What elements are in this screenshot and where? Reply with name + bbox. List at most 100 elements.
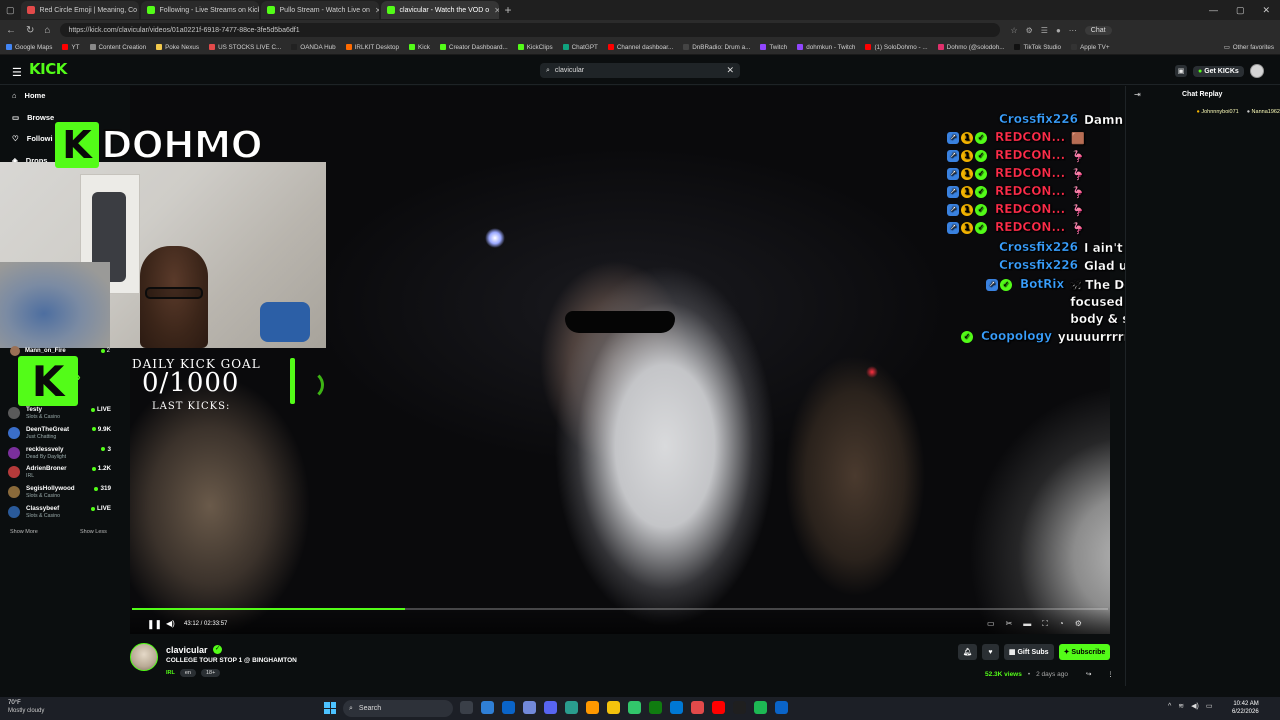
- clip-icon[interactable]: ✂: [1006, 619, 1013, 629]
- back-icon[interactable]: ←: [6, 25, 16, 36]
- sidebar-channel[interactable]: DeenTheGreat Just Chatting 9.9K: [8, 426, 111, 441]
- browser-tab[interactable]: Following - Live Streams on Kick✕: [140, 1, 259, 19]
- tag-mature[interactable]: 18+: [201, 669, 221, 677]
- bookmark-item[interactable]: Content Creation: [89, 44, 146, 51]
- sidebar-nav-followi[interactable]: ♡ Followi: [12, 134, 53, 143]
- kick-logo[interactable]: KICK: [29, 60, 67, 78]
- pause-icon[interactable]: ❚❚: [147, 619, 162, 630]
- bookmark-item[interactable]: YT: [62, 44, 80, 51]
- close-window-icon[interactable]: ✕: [1262, 5, 1270, 16]
- sidebar-channel[interactable]: Testy Slots & Casino LIVE: [8, 406, 111, 421]
- search-input[interactable]: ⌕ clavicular ✕: [540, 63, 740, 78]
- wifi-icon[interactable]: ≋: [1178, 702, 1184, 710]
- sidebar-nav-home[interactable]: ⌂ Home: [12, 91, 45, 100]
- inbox-icon[interactable]: ▣: [1175, 65, 1187, 77]
- bookmark-item[interactable]: Apple TV+: [1071, 44, 1110, 51]
- home-browser-icon[interactable]: ⌂: [44, 25, 50, 36]
- gift-subs-button[interactable]: ▦ Gift Subs: [1003, 644, 1054, 660]
- chat-username[interactable]: Crossfix226: [999, 240, 1078, 254]
- taskbar-app-icon[interactable]: [586, 701, 599, 714]
- chat-username[interactable]: Crossfix226: [999, 258, 1078, 272]
- speed-icon[interactable]: ◔: [1059, 619, 1064, 629]
- favorites-icon[interactable]: ☰: [1041, 26, 1048, 35]
- bookmark-item[interactable]: OANDA Hub: [291, 44, 336, 51]
- bookmark-item[interactable]: Poke Nexus: [156, 44, 199, 51]
- bookmark-item[interactable]: KickClips: [517, 44, 553, 51]
- bookmark-item[interactable]: Channel dashboar...: [607, 44, 673, 51]
- chat-username[interactable]: Coopology: [981, 329, 1052, 343]
- subscribe-button[interactable]: ✦ Subscribe: [1058, 644, 1111, 660]
- profile-icon[interactable]: ●: [1056, 26, 1061, 35]
- taskbar-app-icon[interactable]: [712, 701, 725, 714]
- bookmark-item[interactable]: dohmkun - Twitch: [797, 44, 855, 51]
- extensions-icon[interactable]: ⚙: [1026, 26, 1033, 35]
- channel-name[interactable]: clavicular: [166, 645, 208, 655]
- close-tab-icon[interactable]: ✕: [494, 6, 498, 15]
- chat-username[interactable]: REDCON...: [995, 166, 1065, 180]
- hamburger-menu-icon[interactable]: ☰: [12, 66, 22, 79]
- pinned-user[interactable]: ● Johnnnyboi071: [1197, 109, 1239, 115]
- taskbar-clock[interactable]: 10:42 AM 6/22/2026: [1232, 700, 1259, 716]
- bookmark-item[interactable]: (1) SoloDohmo - ...: [865, 44, 928, 51]
- taskbar-app-icon[interactable]: [754, 701, 767, 714]
- chat-username[interactable]: REDCON...: [995, 130, 1065, 144]
- chat-username[interactable]: REDCON...: [995, 184, 1065, 198]
- browser-tab[interactable]: Red Circle Emoji | Meaning, Co✕: [20, 1, 139, 19]
- bookmark-item[interactable]: Dohmo (@solodoh...: [937, 44, 1004, 51]
- taskbar-app-icon[interactable]: [607, 701, 620, 714]
- star-icon[interactable]: ☆: [1010, 26, 1017, 35]
- taskbar-app-icon[interactable]: [775, 701, 788, 714]
- chat-username[interactable]: BotRix: [1020, 277, 1065, 291]
- fullscreen-icon[interactable]: ⛶: [1042, 619, 1048, 629]
- taskbar-app-icon[interactable]: [691, 701, 704, 714]
- bookmark-item[interactable]: Google Maps: [6, 44, 52, 51]
- chevron-up-icon[interactable]: ^: [1168, 703, 1171, 710]
- clear-search-icon[interactable]: ✕: [726, 65, 734, 76]
- taskbar-app-icon[interactable]: [502, 701, 515, 714]
- more-icon[interactable]: ⋯: [1069, 26, 1077, 35]
- bookmark-item[interactable]: TikTok Studio: [1014, 44, 1061, 51]
- minimize-icon[interactable]: —: [1209, 5, 1218, 16]
- bookmark-item[interactable]: Twitch: [760, 44, 787, 51]
- volume-icon[interactable]: ◀): [166, 619, 175, 628]
- bookmark-item[interactable]: Creator Dashboard...: [439, 44, 508, 51]
- sidebar-nav-browse[interactable]: ▭ Browse: [12, 113, 54, 122]
- settings-gear-icon[interactable]: ⚙: [1075, 619, 1082, 629]
- collapse-chat-icon[interactable]: ⇥: [1134, 90, 1141, 99]
- sidebar-channel[interactable]: AdrienBroner IRL 1.2K: [8, 465, 111, 480]
- bookmark-item[interactable]: DnBRadio: Drum a...: [683, 44, 750, 51]
- taskbar-app-icon[interactable]: [481, 701, 494, 714]
- taskbar-app-icon[interactable]: [565, 701, 578, 714]
- taskbar-app-icon[interactable]: [670, 701, 683, 714]
- bookmark-item[interactable]: US STOCKS LIVE C...: [209, 44, 281, 51]
- chat-username[interactable]: REDCON...: [995, 202, 1065, 216]
- show-more-link[interactable]: Show More: [10, 529, 38, 535]
- taskbar-app-icon[interactable]: [523, 701, 536, 714]
- taskbar-app-icon[interactable]: [649, 701, 662, 714]
- tag-language[interactable]: en: [179, 669, 196, 677]
- new-tab-button[interactable]: +: [505, 3, 512, 17]
- close-tab-icon[interactable]: ✕: [375, 6, 379, 15]
- channel-avatar[interactable]: [130, 643, 158, 671]
- url-field[interactable]: https://kick.com/clavicular/videos/01a02…: [60, 23, 1001, 37]
- refresh-icon[interactable]: ↻: [26, 25, 34, 36]
- bookmark-item[interactable]: Kick: [409, 44, 430, 51]
- notification-bell-icon[interactable]: 🔔︎: [958, 644, 977, 660]
- more-options-icon[interactable]: ⋮: [1107, 670, 1114, 678]
- browser-tab[interactable]: Pullo Stream - Watch Live on ✕: [260, 1, 379, 19]
- user-avatar[interactable]: [1249, 64, 1264, 78]
- sidebar-channel[interactable]: recklessvely Dead By Daylight 3: [8, 446, 111, 461]
- share-icon[interactable]: ↪: [1086, 670, 1091, 678]
- chat-button[interactable]: Chat: [1084, 25, 1112, 35]
- bookmark-item[interactable]: IRLKIT Desktop: [345, 44, 399, 51]
- windows-start-icon[interactable]: [324, 702, 336, 714]
- taskbar-search[interactable]: ⌕ Search: [343, 700, 453, 717]
- maximize-icon[interactable]: ▢: [1236, 5, 1245, 16]
- category-link[interactable]: IRL: [166, 670, 175, 676]
- sidebar-channel-overlapped[interactable]: Mann_on_Fire 2: [10, 346, 110, 356]
- battery-icon[interactable]: ▭: [1206, 702, 1213, 710]
- pinned-user[interactable]: ● Nanna1962: [1247, 109, 1280, 115]
- sidebar-channel[interactable]: SegisHollywood Slots & Casino 319: [8, 485, 111, 500]
- get-kicks-button[interactable]: ● Get KICKs: [1193, 65, 1244, 77]
- miniplayer-icon[interactable]: ▭: [987, 619, 995, 629]
